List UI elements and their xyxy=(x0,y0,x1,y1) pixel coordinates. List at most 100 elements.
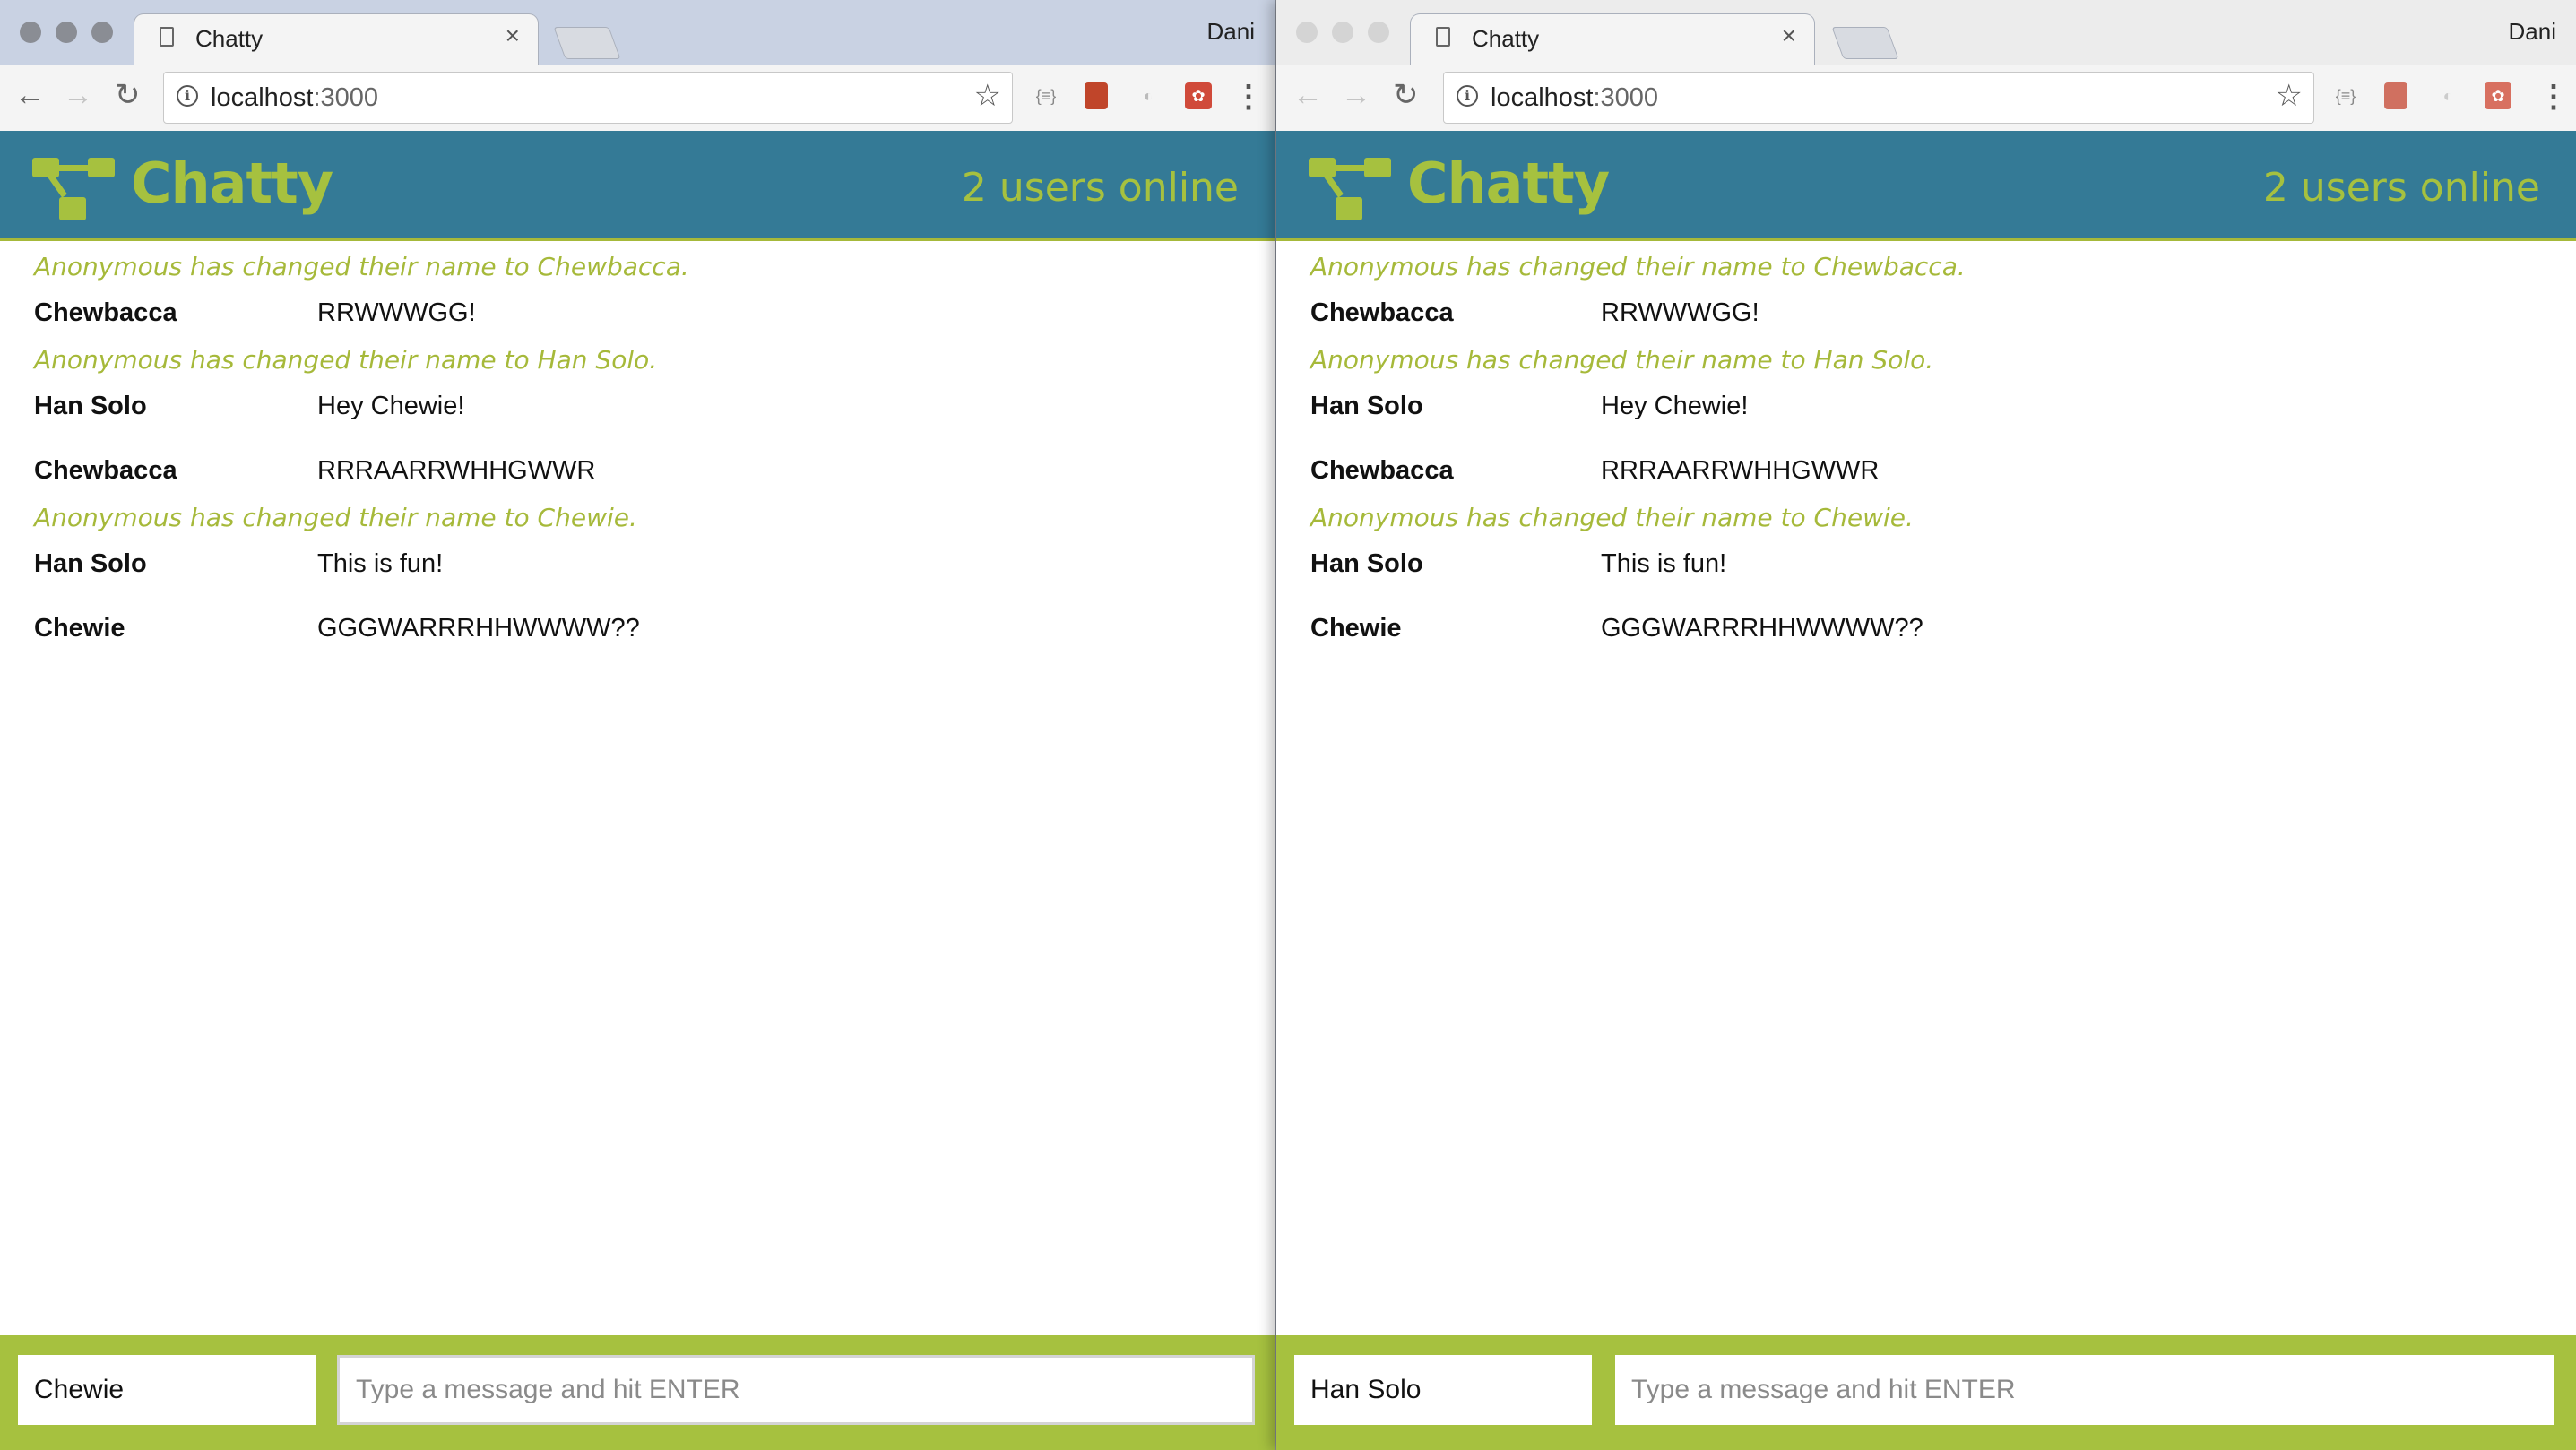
react-extension-icon[interactable]: ✿ xyxy=(1185,82,1212,109)
system-message: Anonymous has changed their name to Chew… xyxy=(34,252,689,281)
message-username: Chewie xyxy=(34,614,125,643)
json-extension-icon[interactable]: {≡} xyxy=(1033,82,1059,109)
username-input[interactable] xyxy=(1294,1355,1592,1425)
minimize-window-button[interactable] xyxy=(56,22,77,43)
chat-message: Han Solo This is fun! xyxy=(1276,539,2576,585)
message-username: Chewbacca xyxy=(1310,298,1454,327)
message-username: Chewbacca xyxy=(34,456,177,485)
message-content: This is fun! xyxy=(1601,549,1727,578)
title-bar: Chatty × Dani xyxy=(1276,0,2576,65)
chat-message: Chewie GGGWARRRHHWWWW?? xyxy=(1276,603,2576,650)
more-menu-icon[interactable]: ⋮ xyxy=(2538,79,2569,115)
browser-window-left: Chatty × Dani ← → ↻ i localhost:3000 ☆ {… xyxy=(0,0,1276,1450)
close-tab-icon[interactable]: × xyxy=(506,22,520,50)
app-title: Chatty xyxy=(1407,151,1610,216)
new-tab-button[interactable] xyxy=(1831,27,1899,59)
info-icon[interactable]: i xyxy=(1457,85,1478,107)
app-title: Chatty xyxy=(131,151,333,216)
username-input[interactable] xyxy=(18,1355,316,1425)
close-window-button[interactable] xyxy=(20,22,41,43)
browser-toolbar: ← → ↻ i localhost:3000 ☆ {≡} ◐ ✿ ⋮ xyxy=(0,65,1275,132)
bookmark-star-icon[interactable]: ☆ xyxy=(2276,78,2303,114)
message-username: Chewbacca xyxy=(1310,456,1454,485)
chat-message: Han Solo Hey Chewie! xyxy=(0,381,1275,427)
message-username: Chewbacca xyxy=(34,298,177,327)
message-content: This is fun! xyxy=(317,549,444,578)
zoom-window-button[interactable] xyxy=(91,22,113,43)
users-online-count: 2 users online xyxy=(2262,165,2540,211)
app-navbar: Chatty 2 users online xyxy=(1276,131,2576,241)
close-tab-icon[interactable]: × xyxy=(1782,22,1796,50)
message-input[interactable] xyxy=(1615,1355,2554,1425)
app-navbar: Chatty 2 users online xyxy=(0,131,1275,241)
back-arrow-icon[interactable]: ← xyxy=(14,77,45,113)
tab-title: Chatty xyxy=(195,25,264,52)
bookmark-star-icon[interactable]: ☆ xyxy=(974,78,1001,114)
message-username: Han Solo xyxy=(1310,549,1423,578)
zoom-window-button[interactable] xyxy=(1368,22,1389,43)
profile-name[interactable]: Dani xyxy=(2509,18,2556,46)
message-username: Han Solo xyxy=(34,549,147,578)
message-content: RRWWWGG! xyxy=(1601,298,1759,327)
back-arrow-icon[interactable]: ← xyxy=(1292,77,1323,113)
document-icon xyxy=(160,27,174,47)
extension-icon[interactable]: ◐ xyxy=(1135,82,1162,109)
minimize-window-button[interactable] xyxy=(1332,22,1353,43)
forward-arrow-icon[interactable]: → xyxy=(1341,77,1371,113)
message-list: Anonymous has changed their name to Chew… xyxy=(0,241,1275,650)
browser-tab[interactable]: Chatty × xyxy=(1411,14,1814,65)
json-extension-icon[interactable]: {≡} xyxy=(2332,82,2359,109)
reload-icon[interactable]: ↻ xyxy=(115,77,141,113)
chat-message: Chewie GGGWARRRHHWWWW?? xyxy=(0,603,1275,650)
profile-name[interactable]: Dani xyxy=(1207,18,1255,46)
close-window-button[interactable] xyxy=(1296,22,1318,43)
more-menu-icon[interactable]: ⋮ xyxy=(1233,79,1264,115)
reload-icon[interactable]: ↻ xyxy=(1393,77,1419,113)
message-content: RRRAARRWHHGWWR xyxy=(1601,456,1880,485)
new-tab-button[interactable] xyxy=(553,27,621,59)
message-content: GGGWARRRHHWWWW?? xyxy=(317,614,640,643)
chat-message: Chewbacca RRWWWGG! xyxy=(1276,288,2576,334)
chat-message: Chewbacca RRRAARRWHHGWWR xyxy=(0,445,1275,492)
system-message: Anonymous has changed their name to Han … xyxy=(1310,345,1934,375)
system-message: Anonymous has changed their name to Chew… xyxy=(1310,252,1966,281)
url-text: localhost:3000 xyxy=(1491,83,1659,112)
title-bar: Chatty × Dani xyxy=(0,0,1275,65)
address-bar[interactable]: i localhost:3000 ☆ xyxy=(163,72,1013,124)
browser-tab[interactable]: Chatty × xyxy=(134,14,538,65)
chatty-logo-icon xyxy=(32,158,115,220)
forward-arrow-icon[interactable]: → xyxy=(63,77,93,113)
react-extension-icon[interactable]: ✿ xyxy=(2485,82,2511,109)
users-online-count: 2 users online xyxy=(961,165,1239,211)
bookmark-extension-icon[interactable] xyxy=(2384,82,2407,109)
address-bar[interactable]: i localhost:3000 ☆ xyxy=(1443,72,2314,124)
message-content: Hey Chewie! xyxy=(1601,392,1749,420)
message-content: RRWWWGG! xyxy=(317,298,476,327)
message-content: Hey Chewie! xyxy=(317,392,465,420)
message-username: Han Solo xyxy=(34,392,147,420)
message-content: RRRAARRWHHGWWR xyxy=(317,456,596,485)
chat-message: Han Solo Hey Chewie! xyxy=(1276,381,2576,427)
url-text: localhost:3000 xyxy=(211,83,379,112)
document-icon xyxy=(1436,27,1450,47)
system-message: Anonymous has changed their name to Chew… xyxy=(34,503,637,532)
extension-icon[interactable]: ◐ xyxy=(2434,82,2461,109)
chat-message: Chewbacca RRRAARRWHHGWWR xyxy=(1276,445,2576,492)
message-content: GGGWARRRHHWWWW?? xyxy=(1601,614,1923,643)
system-message: Anonymous has changed their name to Chew… xyxy=(1310,503,1914,532)
message-username: Chewie xyxy=(1310,614,1402,643)
chat-bar xyxy=(0,1335,1275,1450)
browser-window-right: Chatty × Dani ← → ↻ i localhost:3000 ☆ {… xyxy=(1276,0,2576,1450)
system-message: Anonymous has changed their name to Han … xyxy=(34,345,658,375)
message-input[interactable] xyxy=(337,1355,1255,1425)
message-list: Anonymous has changed their name to Chew… xyxy=(1276,241,2576,650)
chat-bar xyxy=(1276,1335,2576,1450)
bookmark-extension-icon[interactable] xyxy=(1085,82,1108,109)
info-icon[interactable]: i xyxy=(177,85,198,107)
chatty-logo-icon xyxy=(1309,158,1391,220)
message-username: Han Solo xyxy=(1310,392,1423,420)
chat-message: Han Solo This is fun! xyxy=(0,539,1275,585)
chat-message: Chewbacca RRWWWGG! xyxy=(0,288,1275,334)
browser-toolbar: ← → ↻ i localhost:3000 ☆ {≡} ◐ ✿ ⋮ xyxy=(1276,65,2576,132)
tab-title: Chatty xyxy=(1472,25,1540,52)
